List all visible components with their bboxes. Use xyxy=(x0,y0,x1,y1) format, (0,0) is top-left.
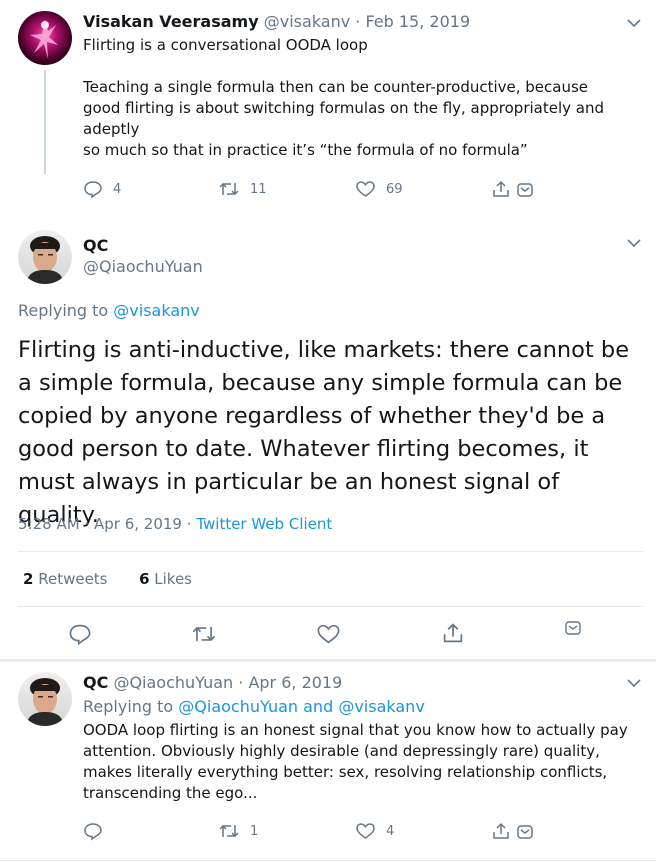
replying-to: Replying to @QiaochuYuan and @visakanv xyxy=(83,697,425,716)
separator: · xyxy=(186,515,192,533)
retweet-icon xyxy=(219,824,239,838)
like-button[interactable]: 69 xyxy=(355,179,403,199)
like-count: 6 xyxy=(139,570,150,588)
like-icon xyxy=(356,181,375,197)
retweet-button[interactable]: 11 xyxy=(218,179,267,199)
reply-count: 4 xyxy=(113,181,122,197)
author-handle[interactable]: @QiaochuYuan xyxy=(83,257,203,276)
avatar-qc[interactable] xyxy=(18,230,72,284)
retweet-count: 1 xyxy=(250,823,259,839)
like-icon[interactable] xyxy=(316,622,341,646)
tweet1-header: Visakan Veerasamy @visakanv · Feb 15, 20… xyxy=(83,12,470,31)
retweet-count: 2 xyxy=(23,570,34,588)
chevron-down-icon[interactable] xyxy=(626,235,642,251)
chevron-down-icon[interactable] xyxy=(626,675,642,691)
dm-icon[interactable] xyxy=(563,617,583,637)
avatar-figure-icon xyxy=(30,19,58,59)
replying-to-link[interactable]: @visakanv xyxy=(338,697,424,716)
tweet1-line2: Teaching a single formula then can be co… xyxy=(83,78,605,138)
avatar-qc[interactable] xyxy=(18,672,72,726)
reply-icon xyxy=(84,823,102,841)
reply-button[interactable]: 4 xyxy=(83,179,121,199)
reply-tweet-text: OODA loop flirting is an honest signal t… xyxy=(83,721,628,802)
tweet1-line1: Flirting is a conversational OODA loop xyxy=(83,36,368,54)
author-name[interactable]: QC xyxy=(83,236,108,255)
tweet-date[interactable]: Apr 6, 2019 xyxy=(94,515,182,533)
retweet-icon[interactable] xyxy=(191,622,217,646)
reply-icon xyxy=(84,181,102,199)
retweets-label: Retweets xyxy=(38,570,108,588)
share-icon xyxy=(493,822,509,839)
reply-button[interactable] xyxy=(83,821,113,841)
replying-to-link[interactable]: @QiaochuYuan xyxy=(178,697,298,716)
section-separator xyxy=(0,659,656,662)
avatar-face-icon xyxy=(26,678,64,726)
reply-icon[interactable] xyxy=(68,622,92,646)
avatar-face-icon xyxy=(26,236,64,284)
separator: · xyxy=(355,12,361,31)
share-icon[interactable] xyxy=(441,621,465,645)
share-icon xyxy=(493,180,509,197)
tweet-meta: 5:28 AM · Apr 6, 2019 · Twitter Web Clie… xyxy=(18,515,332,533)
tweet1-line3: so much so that in practice it’s “the fo… xyxy=(83,141,528,159)
tweet-date[interactable]: Feb 15, 2019 xyxy=(365,12,470,31)
replying-prefix: Replying to xyxy=(83,697,174,716)
dm-icon[interactable] xyxy=(515,179,535,199)
chevron-down-icon[interactable] xyxy=(626,15,642,31)
reply-header: QC @QiaochuYuan · Apr 6, 2019 xyxy=(83,673,342,692)
divider xyxy=(18,551,643,552)
stats-row: 2 Retweets 6 Likes xyxy=(23,570,192,588)
tweet-date[interactable]: Apr 6, 2019 xyxy=(248,673,342,692)
author-handle[interactable]: @QiaochuYuan xyxy=(113,673,233,692)
retweet-button[interactable]: 1 xyxy=(218,821,258,841)
tweet-time[interactable]: 5:28 AM xyxy=(18,515,80,533)
separator: · xyxy=(238,673,244,692)
retweets-stat[interactable]: 2 Retweets xyxy=(23,570,108,588)
author-name[interactable]: Visakan Veerasamy xyxy=(83,12,259,31)
like-icon xyxy=(356,823,375,839)
author-handle[interactable]: @visakanv xyxy=(264,12,350,31)
dm-icon[interactable] xyxy=(515,821,535,841)
likes-label: Likes xyxy=(154,570,193,588)
like-count: 69 xyxy=(386,181,403,197)
divider xyxy=(18,606,643,607)
replying-prefix: Replying to xyxy=(18,301,109,320)
divider xyxy=(0,860,656,861)
main-tweet-text: Flirting is anti-inductive, like markets… xyxy=(18,337,630,528)
author-name[interactable]: QC xyxy=(83,673,108,692)
replying-and: and xyxy=(303,697,334,716)
avatar-visakan[interactable] xyxy=(18,11,72,65)
share-button[interactable] xyxy=(491,821,535,841)
retweet-icon xyxy=(219,182,239,196)
separator: · xyxy=(84,515,90,533)
like-button[interactable]: 4 xyxy=(355,821,394,841)
tweet-client[interactable]: Twitter Web Client xyxy=(196,515,332,533)
likes-stat[interactable]: 6 Likes xyxy=(139,570,192,588)
thread-line xyxy=(44,70,46,174)
replying-to-link[interactable]: @visakanv xyxy=(113,301,199,320)
replying-to: Replying to @visakanv xyxy=(18,301,200,320)
share-button[interactable] xyxy=(491,179,535,199)
retweet-count: 11 xyxy=(250,181,267,197)
like-count: 4 xyxy=(386,823,395,839)
